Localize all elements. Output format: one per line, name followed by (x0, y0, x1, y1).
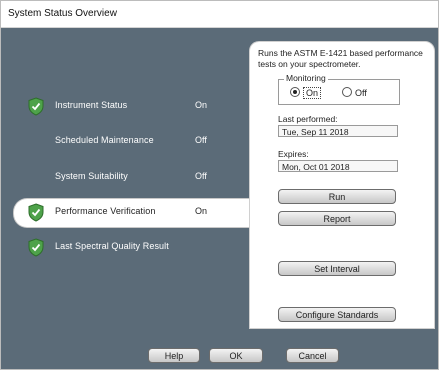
title-bar[interactable]: System Status Overview (1, 1, 438, 28)
last-performed-field: Tue, Sep 11 2018 (278, 125, 398, 137)
ok-button[interactable]: OK (209, 348, 263, 363)
configure-standards-button[interactable]: Configure Standards (278, 307, 396, 322)
run-button[interactable]: Run (278, 189, 396, 204)
sidebar-item-last-spectral-quality[interactable]: Last Spectral Quality Result (1, 233, 251, 261)
window-title: System Status Overview (8, 8, 117, 19)
sidebar-item-system-suitability[interactable]: System Suitability Off (1, 163, 251, 191)
monitoring-label: Monitoring (284, 73, 328, 83)
monitoring-off-radio[interactable]: Off (342, 87, 367, 98)
sidebar-item-label: Performance Verification (55, 206, 156, 216)
radio-unselected-icon (342, 87, 352, 97)
expires-label: Expires: (278, 149, 309, 159)
sidebar-item-label: System Suitability (55, 171, 128, 181)
sidebar-item-value: Off (195, 171, 207, 181)
sidebar-item-value: On (195, 100, 208, 110)
cancel-button[interactable]: Cancel (286, 348, 339, 363)
help-button[interactable]: Help (148, 348, 200, 363)
shield-check-icon (28, 203, 44, 222)
sidebar-item-label: Instrument Status (55, 100, 128, 110)
sidebar-item-scheduled-maintenance[interactable]: Scheduled Maintenance Off (1, 127, 251, 155)
radio-off-label: Off (355, 88, 367, 98)
set-interval-button[interactable]: Set Interval (278, 261, 396, 276)
sidebar-item-value: On (195, 206, 208, 216)
sidebar-item-label: Scheduled Maintenance (55, 135, 154, 145)
details-panel: Runs the ASTM E-1421 based performance t… (249, 41, 435, 329)
monitoring-on-radio[interactable]: On (290, 87, 322, 99)
report-button[interactable]: Report (278, 211, 396, 226)
sidebar-item-value: Off (195, 135, 207, 145)
shield-check-icon (28, 238, 44, 257)
shield-check-icon (28, 97, 44, 116)
sidebar-item-label: Last Spectral Quality Result (55, 241, 169, 251)
sidebar-item-performance-verification[interactable]: Performance Verification On (1, 198, 251, 226)
sidebar-item-instrument-status[interactable]: Instrument Status On (1, 92, 251, 120)
panel-description: Runs the ASTM E-1421 based performance t… (258, 48, 423, 69)
radio-selected-icon (290, 87, 300, 97)
system-status-window: System Status Overview Instrument Status… (0, 0, 439, 370)
last-performed-label: Last performed: (278, 114, 338, 124)
radio-on-label: On (303, 87, 322, 99)
expires-field: Mon, Oct 01 2018 (278, 160, 398, 172)
